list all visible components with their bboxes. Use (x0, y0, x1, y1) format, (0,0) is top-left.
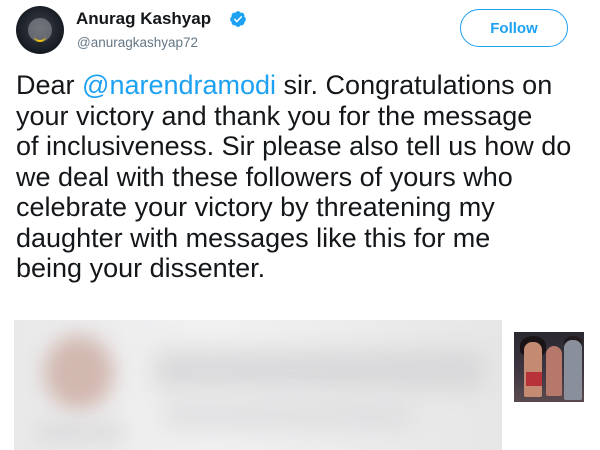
follow-button[interactable]: Follow (460, 9, 568, 47)
photo-person (524, 342, 542, 397)
mention-link[interactable]: @narendramodi (82, 70, 276, 100)
avatar[interactable] (16, 6, 64, 54)
tweet-line: we deal with these followers of yours wh… (16, 161, 513, 192)
tweet-text-segment: sir. Congratulations on (276, 70, 553, 100)
tweet-line: being your dissenter. (16, 253, 266, 283)
photo-person (546, 346, 562, 396)
photo-thumbnail[interactable] (514, 332, 584, 402)
photo-person (564, 340, 582, 400)
photo-clothing (526, 372, 542, 386)
tweet-line: your victory and thank you for the messa… (16, 100, 533, 131)
tweet-text: Dear @narendramodi sir. Congratulations … (16, 70, 600, 284)
blurred-region (154, 350, 484, 390)
blurred-region (34, 420, 124, 445)
display-name[interactable]: Anurag Kashyap (76, 9, 211, 29)
tweet-text-segment: Dear (16, 70, 83, 100)
blurred-screenshot-image[interactable] (14, 320, 502, 450)
tweet-line: Dear @narendramodi sir. Congratulations … (16, 70, 600, 101)
tweet-line: celebrate your victory by threatening my (16, 192, 495, 222)
blurred-region (164, 400, 414, 430)
blurred-region (44, 335, 114, 410)
tweet-line: of inclusiveness. Sir please also tell u… (16, 131, 572, 161)
tweet-line: daughter with messages like this for me (16, 222, 491, 253)
verified-badge-icon (230, 11, 246, 27)
user-handle[interactable]: @anuragkashyap72 (77, 35, 198, 50)
